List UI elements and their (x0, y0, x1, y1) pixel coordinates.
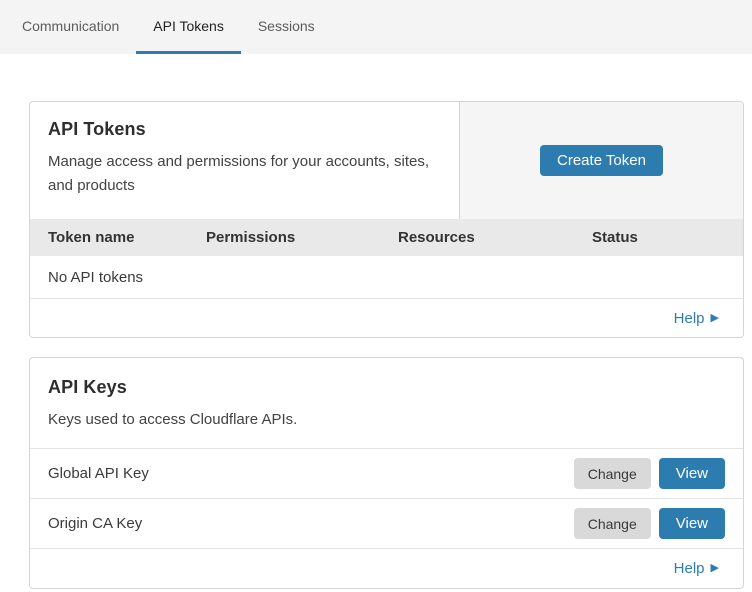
api-tokens-card-header: API Tokens Manage access and permissions… (30, 102, 743, 219)
main-content: API Tokens Manage access and permissions… (29, 101, 744, 589)
api-keys-card-footer: Help ▶ (30, 549, 743, 588)
api-keys-help-link[interactable]: Help ▶ (674, 560, 719, 577)
change-global-api-key-button[interactable]: Change (574, 458, 651, 489)
api-tokens-help-link[interactable]: Help ▶ (674, 310, 719, 327)
key-name: Global API Key (48, 465, 574, 482)
api-tokens-card-header-actions: Create Token (460, 102, 743, 219)
help-arrow-icon: ▶ (711, 313, 719, 324)
view-global-api-key-button[interactable]: View (659, 458, 725, 489)
key-name: Origin CA Key (48, 515, 574, 532)
key-actions: Change View (574, 508, 725, 539)
tokens-column-token-name: Token name (48, 229, 206, 246)
key-row-origin-ca-key: Origin CA Key Change View (30, 499, 743, 549)
tab-sessions[interactable]: Sessions (241, 0, 332, 54)
api-tokens-card: API Tokens Manage access and permissions… (29, 101, 744, 338)
help-link-label: Help (674, 310, 705, 327)
api-keys-subtitle: Keys used to access Cloudflare APIs. (48, 408, 725, 432)
tab-bar: Communication API Tokens Sessions (0, 0, 752, 54)
api-tokens-card-header-text: API Tokens Manage access and permissions… (30, 102, 460, 219)
tokens-empty-message: No API tokens (48, 269, 143, 286)
tab-communication[interactable]: Communication (5, 0, 136, 54)
api-keys-title: API Keys (48, 377, 725, 398)
tokens-table-header: Token name Permissions Resources Status (30, 219, 743, 256)
help-arrow-icon: ▶ (711, 563, 719, 574)
api-keys-card: API Keys Keys used to access Cloudflare … (29, 357, 744, 589)
tokens-empty-row: No API tokens (30, 256, 743, 299)
key-row-global-api-key: Global API Key Change View (30, 449, 743, 499)
help-link-label: Help (674, 560, 705, 577)
api-tokens-subtitle: Manage access and permissions for your a… (48, 150, 441, 198)
key-actions: Change View (574, 458, 725, 489)
tokens-column-permissions: Permissions (206, 229, 398, 246)
api-keys-card-header: API Keys Keys used to access Cloudflare … (30, 358, 743, 449)
tokens-column-status: Status (592, 229, 743, 246)
view-origin-ca-key-button[interactable]: View (659, 508, 725, 539)
api-tokens-card-footer: Help ▶ (30, 299, 743, 337)
create-token-button[interactable]: Create Token (540, 145, 663, 176)
api-tokens-title: API Tokens (48, 119, 441, 140)
tab-api-tokens[interactable]: API Tokens (136, 0, 241, 54)
change-origin-ca-key-button[interactable]: Change (574, 508, 651, 539)
tokens-column-resources: Resources (398, 229, 592, 246)
